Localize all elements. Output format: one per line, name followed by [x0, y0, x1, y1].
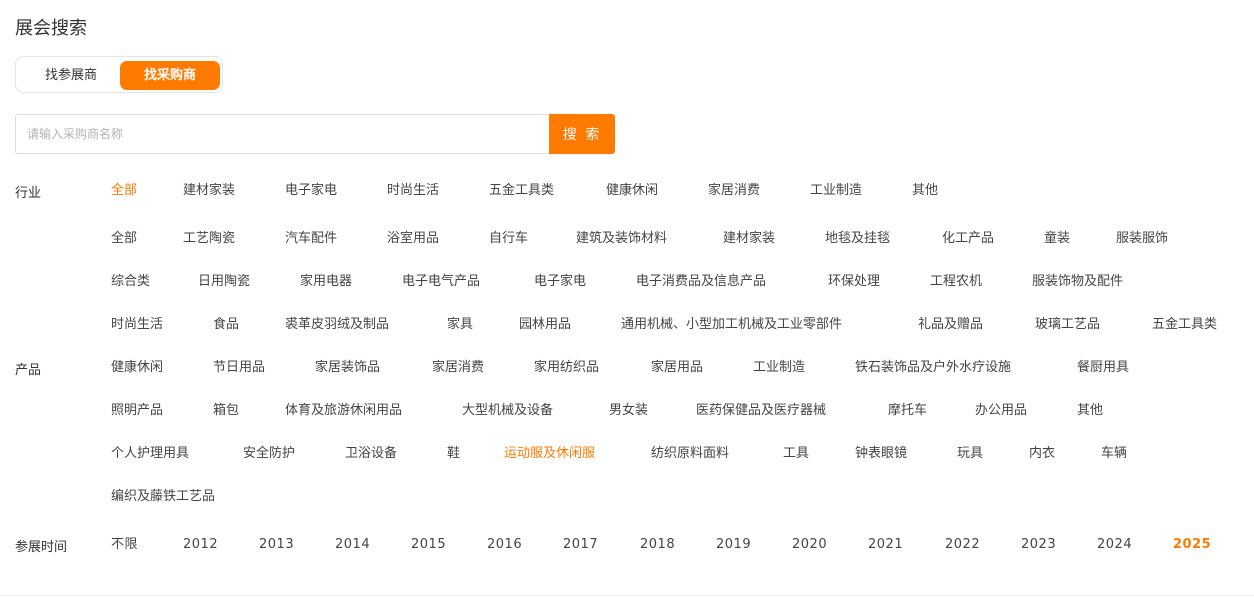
industry-option[interactable]: 工业制造 [810, 182, 862, 200]
product-option[interactable]: 餐厨用具 [1077, 359, 1129, 377]
product-option[interactable]: 卫浴设备 [345, 445, 397, 463]
year-option[interactable]: 2020 [792, 536, 827, 554]
industry-option[interactable]: 时尚生活 [387, 182, 439, 200]
product-option[interactable]: 地毯及挂毯 [825, 230, 890, 248]
year-option[interactable]: 2021 [868, 536, 903, 554]
year-label: 参展时间 [15, 540, 68, 555]
product-option[interactable]: 男女装 [609, 402, 648, 420]
product-option[interactable]: 礼品及赠品 [918, 316, 983, 334]
year-option[interactable]: 2022 [945, 536, 980, 554]
product-option[interactable]: 铁石装饰品及户外水疗设施 [855, 359, 1011, 377]
product-option[interactable]: 体育及旅游休闲用品 [285, 402, 402, 420]
year-option[interactable]: 2023 [1021, 536, 1056, 554]
product-option[interactable]: 家居用品 [651, 359, 703, 377]
product-option[interactable]: 服装饰物及配件 [1032, 273, 1123, 291]
product-option[interactable]: 玩具 [957, 445, 983, 463]
industry-option[interactable]: 其他 [912, 182, 938, 200]
product-option[interactable]: 安全防护 [243, 445, 295, 463]
industry-option[interactable]: 建材家装 [183, 182, 235, 200]
industry-option[interactable]: 家居消费 [708, 182, 760, 200]
product-option[interactable]: 通用机械、小型加工机械及工业零部件 [621, 316, 842, 334]
product-option[interactable]: 鞋 [447, 445, 460, 463]
product-option[interactable]: 个人护理用具 [111, 445, 189, 463]
product-option[interactable]: 家居装饰品 [315, 359, 380, 377]
product-option[interactable]: 办公用品 [975, 402, 1027, 420]
product-option[interactable]: 电子电气产品 [402, 273, 480, 291]
product-option[interactable]: 大型机械及设备 [462, 402, 553, 420]
year-option[interactable]: 2018 [640, 536, 675, 554]
product-option[interactable]: 自行车 [489, 230, 528, 248]
product-option[interactable]: 五金工具类 [1152, 316, 1217, 334]
product-option[interactable]: 箱包 [213, 402, 239, 420]
product-option[interactable]: 时尚生活 [111, 316, 163, 334]
product-option[interactable]: 童装 [1044, 230, 1070, 248]
product-option[interactable]: 浴室用品 [387, 230, 439, 248]
product-option[interactable]: 日用陶瓷 [198, 273, 250, 291]
product-option[interactable]: 编织及藤铁工艺品 [111, 488, 215, 506]
year-option[interactable]: 2015 [411, 536, 446, 554]
product-option[interactable]: 家用电器 [300, 273, 352, 291]
product-option[interactable]: 全部 [111, 230, 137, 248]
product-option[interactable]: 内衣 [1029, 445, 1055, 463]
product-option[interactable]: 工具 [783, 445, 809, 463]
product-option[interactable]: 工程农机 [930, 273, 982, 291]
product-option[interactable]: 服装服饰 [1116, 230, 1168, 248]
product-option[interactable]: 化工产品 [942, 230, 994, 248]
tab-find-buyers[interactable]: 找采购商 [120, 61, 220, 90]
product-option[interactable]: 照明产品 [111, 402, 163, 420]
product-option[interactable]: 其他 [1077, 402, 1103, 420]
year-option[interactable]: 2013 [259, 536, 294, 554]
year-option[interactable]: 2016 [487, 536, 522, 554]
product-option[interactable]: 家用纺织品 [534, 359, 599, 377]
product-option[interactable]: 建材家装 [723, 230, 775, 248]
industry-option[interactable]: 健康休闲 [606, 182, 658, 200]
tab-group: 找参展商 找采购商 [15, 56, 223, 93]
product-option[interactable]: 家居消费 [432, 359, 484, 377]
product-option[interactable]: 工艺陶瓷 [183, 230, 235, 248]
year-option[interactable]: 不限 [111, 536, 138, 554]
product-option[interactable]: 建筑及装饰材料 [576, 230, 667, 248]
product-option[interactable]: 家具 [447, 316, 473, 334]
product-option[interactable]: 健康休闲 [111, 359, 163, 377]
product-option[interactable]: 食品 [213, 316, 239, 334]
product-option[interactable]: 环保处理 [828, 273, 880, 291]
bottom-divider [0, 595, 1254, 596]
product-option[interactable]: 电子消费品及信息产品 [636, 273, 766, 291]
product-option[interactable]: 医药保健品及医疗器械 [696, 402, 826, 420]
year-option[interactable]: 2019 [716, 536, 751, 554]
product-option[interactable]: 汽车配件 [285, 230, 337, 248]
search-button[interactable]: 搜 索 [549, 114, 615, 154]
year-option[interactable]: 2025 [1173, 536, 1211, 554]
product-option[interactable]: 纺织原料面料 [651, 445, 729, 463]
product-option[interactable]: 摩托车 [888, 402, 927, 420]
industry-option[interactable]: 五金工具类 [489, 182, 554, 200]
page-title: 展会搜索 [15, 18, 87, 39]
product-option[interactable]: 园林用品 [519, 316, 571, 334]
year-option[interactable]: 2024 [1097, 536, 1132, 554]
product-option[interactable]: 节日用品 [213, 359, 265, 377]
search-input[interactable] [15, 114, 550, 154]
product-label: 产品 [15, 363, 42, 378]
product-option[interactable]: 玻璃工艺品 [1035, 316, 1100, 334]
product-option[interactable]: 工业制造 [753, 359, 805, 377]
product-option[interactable]: 综合类 [111, 273, 150, 291]
product-option[interactable]: 钟表眼镜 [855, 445, 907, 463]
industry-option[interactable]: 电子家电 [285, 182, 337, 200]
year-option[interactable]: 2014 [335, 536, 370, 554]
product-option[interactable]: 电子家电 [534, 273, 586, 291]
industry-label: 行业 [15, 186, 42, 201]
year-option[interactable]: 2017 [563, 536, 598, 554]
product-option[interactable]: 裘革皮羽绒及制品 [285, 316, 389, 334]
tab-find-exhibitors[interactable]: 找参展商 [21, 61, 121, 90]
industry-option[interactable]: 全部 [111, 182, 137, 200]
year-option[interactable]: 2012 [183, 536, 218, 554]
product-option[interactable]: 车辆 [1101, 445, 1127, 463]
product-option[interactable]: 运动服及休闲服 [504, 445, 595, 463]
